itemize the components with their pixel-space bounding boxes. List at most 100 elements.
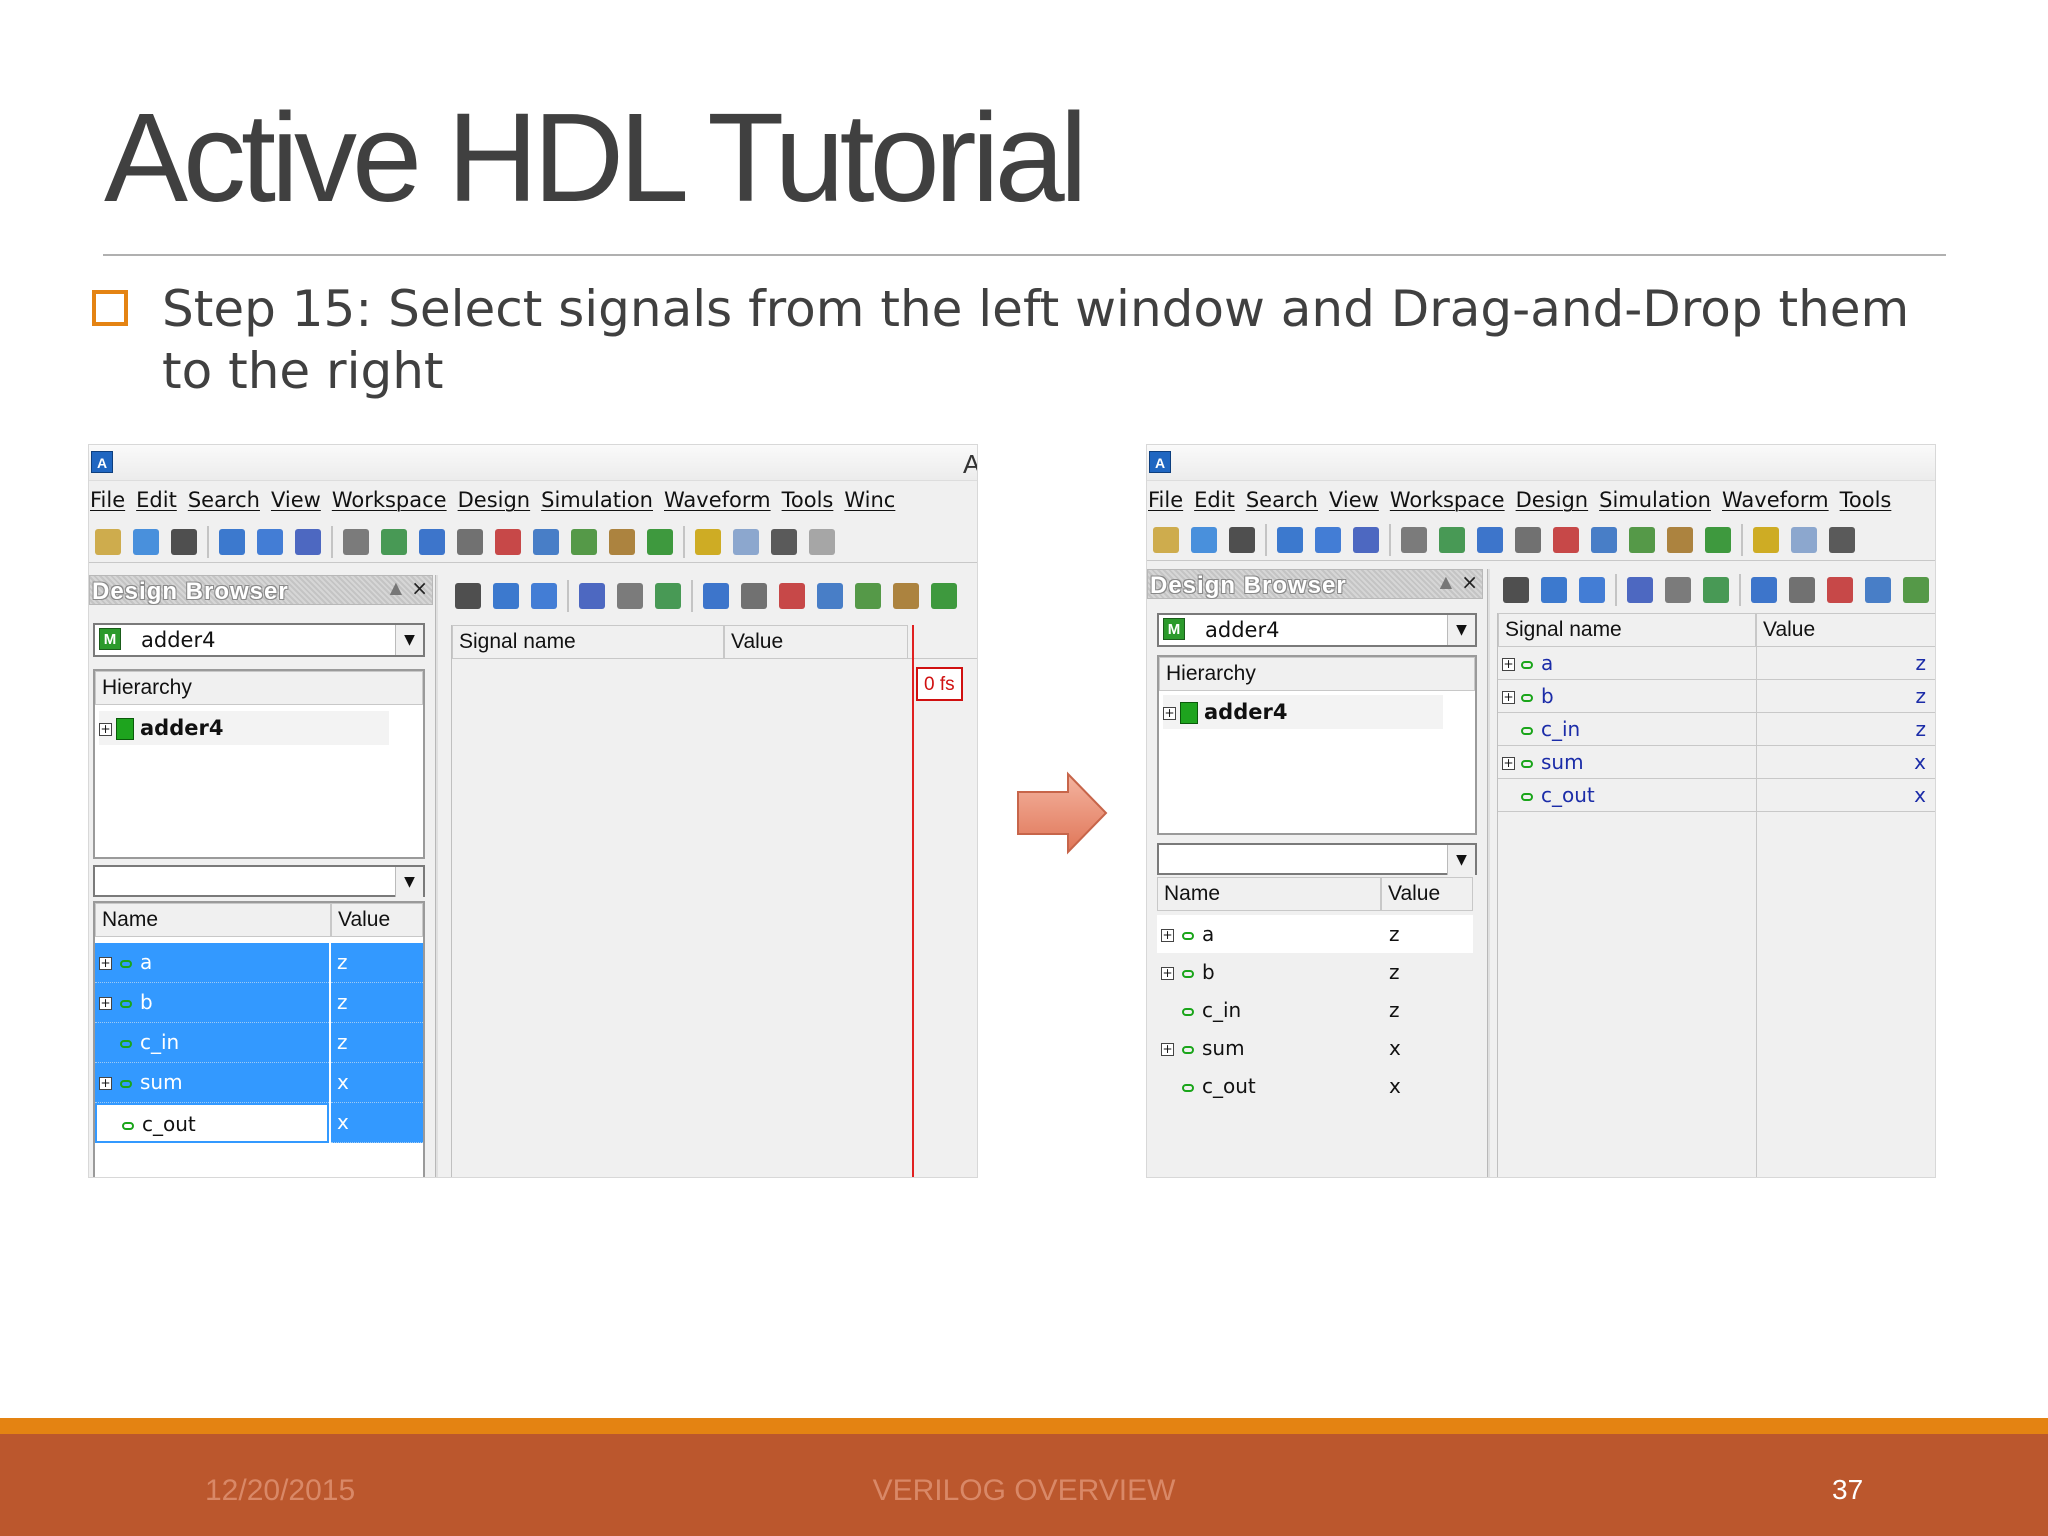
signal-name-cell[interactable]: + sum	[1157, 1029, 1381, 1069]
search-icon[interactable]	[457, 529, 483, 555]
filter-combo[interactable]: ▼	[1157, 843, 1477, 875]
chevron-down-icon[interactable]: ▼	[395, 867, 423, 897]
signal-name-cell[interactable]: + b	[95, 983, 329, 1023]
hierarchy-header[interactable]: Hierarchy	[1159, 657, 1475, 691]
pane-splitter[interactable]	[435, 575, 438, 1177]
menu-design[interactable]: Design	[1515, 483, 1599, 517]
run-icon[interactable]	[381, 529, 407, 555]
close-icon[interactable]: ×	[411, 576, 428, 600]
signal-row-c_in[interactable]: c_in z	[95, 1023, 423, 1063]
monitor-icon[interactable]	[419, 529, 445, 555]
name-column-header[interactable]: Name	[1157, 877, 1381, 911]
find-icon[interactable]	[1629, 527, 1655, 553]
signal-row-c_out[interactable]: c_out x	[95, 1103, 423, 1143]
run-icon[interactable]	[655, 583, 681, 609]
menu-winc[interactable]: Winc	[843, 483, 905, 517]
cpp-debug-icon[interactable]	[1827, 577, 1853, 603]
expand-icon[interactable]: +	[99, 1077, 112, 1090]
document-icon[interactable]	[733, 529, 759, 555]
signal-name-cell[interactable]: + a	[1157, 915, 1381, 955]
signal-row-a[interactable]: + a z	[1157, 915, 1473, 953]
chevron-up-icon[interactable]: ▲	[1440, 572, 1452, 591]
waveform-row-c_in[interactable]: c_in z	[1498, 713, 1935, 746]
cpp-debug-icon[interactable]	[495, 529, 521, 555]
signal-name-cell[interactable]: c_out	[1157, 1067, 1381, 1107]
document-icon[interactable]	[1791, 527, 1817, 553]
menu-workspace[interactable]: Workspace	[1389, 483, 1515, 517]
menu-waveform[interactable]: Waveform	[1721, 483, 1839, 517]
filter-combo[interactable]: ▼	[93, 865, 425, 897]
binary-icon[interactable]	[531, 583, 557, 609]
waveform-row-a[interactable]: + a z	[1498, 647, 1935, 680]
bulb-icon[interactable]	[695, 529, 721, 555]
cpp-debug-icon[interactable]	[1553, 527, 1579, 553]
signal-row-c_out[interactable]: c_out x	[1157, 1067, 1473, 1105]
expand-icon[interactable]: +	[99, 957, 112, 970]
menu-view[interactable]: View	[270, 483, 331, 517]
hierarchy-icon[interactable]	[1591, 527, 1617, 553]
chevron-down-icon[interactable]: ▼	[1447, 615, 1475, 645]
grid-icon[interactable]	[1353, 527, 1379, 553]
network-icon[interactable]	[1705, 527, 1731, 553]
compile-icon[interactable]	[1277, 527, 1303, 553]
tools-icon[interactable]	[1829, 527, 1855, 553]
menu-design[interactable]: Design	[457, 483, 541, 517]
copy-icon[interactable]	[343, 529, 369, 555]
hierarchy-item-adder4[interactable]: + adder4	[99, 711, 389, 745]
signal-row-b[interactable]: + b z	[95, 983, 423, 1023]
grid-icon[interactable]	[1627, 577, 1653, 603]
expand-icon[interactable]: +	[1161, 929, 1174, 942]
menu-simulation[interactable]: Simulation	[1598, 483, 1721, 517]
menu-file[interactable]: File	[89, 483, 135, 517]
grid-icon[interactable]	[295, 529, 321, 555]
value-column-header[interactable]: Value	[724, 625, 908, 659]
menu-tools[interactable]: Tools	[1839, 483, 1902, 517]
menu-workspace[interactable]: Workspace	[331, 483, 457, 517]
signal-row-c_in[interactable]: c_in z	[1157, 991, 1473, 1029]
signal-name-cell[interactable]: + b	[1157, 953, 1381, 993]
menu-tools[interactable]: Tools	[781, 483, 844, 517]
run-icon[interactable]	[1703, 577, 1729, 603]
menu-search[interactable]: Search	[187, 483, 270, 517]
open-icon[interactable]	[133, 529, 159, 555]
monitor-icon[interactable]	[703, 583, 729, 609]
hierarchy-header[interactable]: Hierarchy	[95, 671, 423, 705]
hierarchy-icon[interactable]	[1865, 577, 1891, 603]
save-icon[interactable]	[455, 583, 481, 609]
search-icon[interactable]	[1515, 527, 1541, 553]
menu-edit[interactable]: Edit	[135, 483, 187, 517]
chevron-up-icon[interactable]: ▲	[390, 578, 402, 597]
signal-name-cell[interactable]: + sum	[95, 1063, 329, 1103]
find-icon[interactable]	[571, 529, 597, 555]
menu-edit[interactable]: Edit	[1193, 483, 1245, 517]
expand-icon[interactable]: +	[1163, 706, 1176, 720]
value-column-header[interactable]: Value	[1756, 613, 1935, 647]
hierarchy-item-adder4[interactable]: + adder4	[1163, 695, 1443, 729]
copy-icon[interactable]	[1401, 527, 1427, 553]
find-icon[interactable]	[1903, 577, 1929, 603]
compile-icon[interactable]	[1541, 577, 1567, 603]
design-combo[interactable]: M adder4 ▼	[93, 623, 425, 657]
copy-icon[interactable]	[617, 583, 643, 609]
expand-icon[interactable]: +	[1502, 658, 1515, 671]
monitor-icon[interactable]	[1477, 527, 1503, 553]
pane-splitter[interactable]	[1487, 569, 1490, 1177]
expand-icon[interactable]: +	[1161, 967, 1174, 980]
open-design-icon[interactable]	[1153, 527, 1179, 553]
find-icon[interactable]	[855, 583, 881, 609]
close-icon[interactable]: ×	[1461, 570, 1478, 594]
expand-icon[interactable]: +	[1502, 691, 1515, 704]
search-icon[interactable]	[1789, 577, 1815, 603]
tools-icon[interactable]	[771, 529, 797, 555]
signal-name-column-header[interactable]: Signal name	[1498, 613, 1756, 647]
copy-icon[interactable]	[1665, 577, 1691, 603]
menu-waveform[interactable]: Waveform	[663, 483, 781, 517]
save-icon[interactable]	[171, 529, 197, 555]
menu-view[interactable]: View	[1328, 483, 1389, 517]
hierarchy-icon[interactable]	[533, 529, 559, 555]
open-design-icon[interactable]	[95, 529, 121, 555]
hierarchy-icon[interactable]	[817, 583, 843, 609]
expand-icon[interactable]: +	[1161, 1043, 1174, 1056]
value-column-header[interactable]: Value	[331, 903, 423, 937]
monitor-icon[interactable]	[1751, 577, 1777, 603]
